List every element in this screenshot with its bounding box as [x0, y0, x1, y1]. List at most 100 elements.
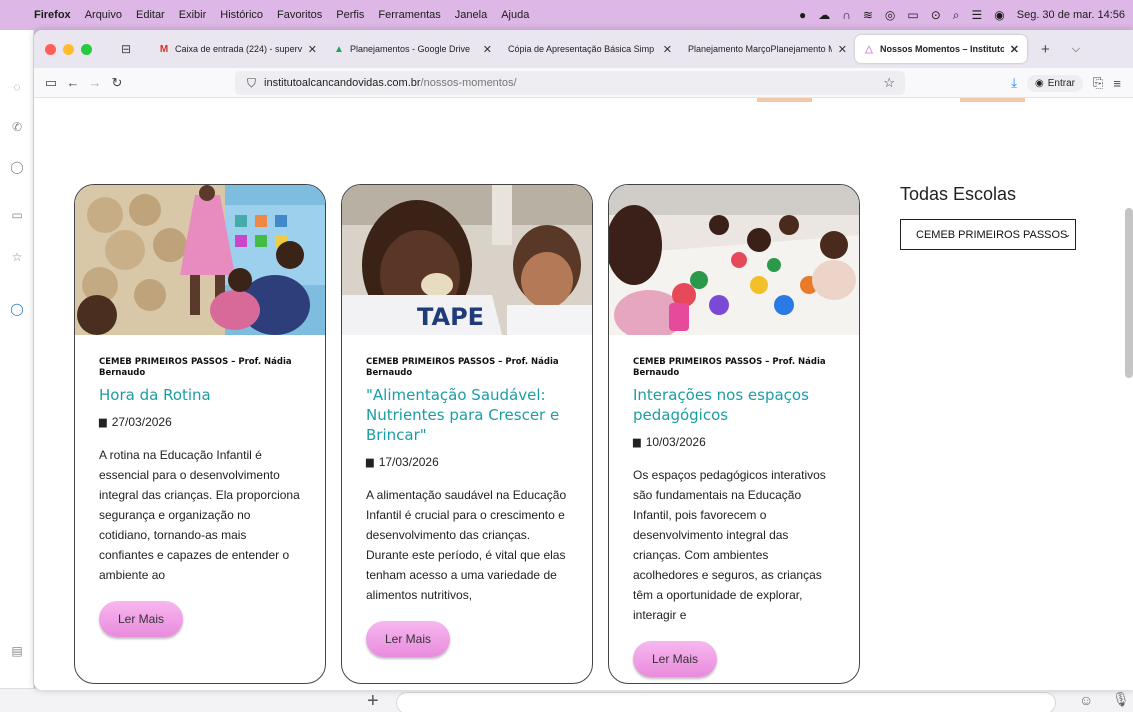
read-more-button[interactable]: Ler Mais [366, 621, 450, 657]
background-app-sidebar: ◌ ✆ ◯ ▭ ☆ ◯ ▤ ⚙ [0, 30, 34, 712]
close-tab-icon[interactable]: ✕ [838, 43, 847, 56]
site-icon: △ [865, 43, 873, 55]
menu-janela[interactable]: Janela [455, 9, 487, 21]
post-school: CEMEB PRIMEIROS PASSOS – Prof. Nádia Ber… [366, 357, 559, 378]
control-center-icon[interactable]: ☰ [972, 8, 983, 22]
microphone-icon[interactable]: 🎙 [1112, 691, 1130, 708]
menu-perfis[interactable]: Perfis [336, 9, 364, 21]
media-icon[interactable]: ▤ [10, 644, 24, 658]
minimize-window-button[interactable] [63, 43, 74, 55]
tab-list-chevron-icon[interactable]: ⌵ [1072, 43, 1080, 56]
airdrop-icon[interactable]: ◎ [885, 8, 895, 22]
post-photo[interactable]: TAPE [342, 185, 592, 335]
close-tab-icon[interactable]: ✕ [483, 43, 492, 56]
url-domain: institutoalcancandovidas.com.br [264, 77, 421, 89]
post-date: ▆ 17/03/2026 [366, 455, 439, 469]
school-filter-select[interactable]: CEMEB PRIMEIROS PASSOS ⌄ [900, 219, 1076, 250]
close-tab-icon[interactable]: ✕ [308, 43, 317, 56]
page-scrollbar[interactable] [1125, 208, 1133, 378]
top-image-edge [960, 98, 1025, 102]
macos-menubar: Firefox Arquivo Editar Exibir Histórico … [0, 0, 1133, 30]
post-card: TAPE CEMEB PRIMEIROS PASSOS – Prof. Nádi… [341, 184, 593, 684]
menu-editar[interactable]: Editar [136, 9, 165, 21]
tab-gmail[interactable]: M Caixa de entrada (224) - superv ✕ [150, 35, 325, 63]
post-excerpt: Os espaços pedagógicos interativos são f… [633, 468, 826, 622]
nav-right-tools: ⤓ ◉ Entrar ⎘ ≡ [1011, 71, 1133, 95]
close-tab-icon[interactable]: ✕ [663, 43, 672, 56]
sidebar-icon[interactable]: ▭ [40, 75, 62, 91]
tab-nossos-momentos[interactable]: △ Nossos Momentos – Instituto Al ✕ [855, 35, 1027, 63]
tab-drive[interactable]: ▲ Planejamentos - Google Drive ✕ [325, 35, 500, 63]
post-body: CEMEB PRIMEIROS PASSOS – Prof. Nádia Ber… [342, 335, 592, 657]
message-input[interactable] [396, 692, 1056, 712]
close-window-button[interactable] [45, 43, 56, 55]
cloud-icon[interactable]: ☁ [818, 8, 830, 22]
star-icon[interactable]: ☆ [10, 250, 24, 264]
close-tab-icon[interactable]: ✕ [1010, 43, 1019, 56]
post-school: CEMEB PRIMEIROS PASSOS – Prof. Nádia Ber… [99, 357, 292, 378]
reload-button[interactable]: ↻ [106, 75, 128, 91]
gmail-icon: M [159, 43, 169, 55]
menu-ferramentas[interactable]: Ferramentas [378, 9, 440, 21]
menu-favoritos[interactable]: Favoritos [277, 9, 322, 21]
calendar-icon: ▆ [366, 456, 374, 468]
hamburger-menu-icon[interactable]: ≡ [1113, 76, 1121, 91]
calendar-icon: ▆ [633, 436, 641, 448]
post-title[interactable]: Hora da Rotina [99, 385, 301, 405]
post-title[interactable]: "Alimentação Saudável: Nutrientes para C… [366, 385, 568, 445]
school-filter-value: CEMEB PRIMEIROS PASSOS [916, 228, 1068, 241]
play-icon[interactable]: ⊙ [931, 8, 941, 22]
post-photo[interactable] [609, 185, 859, 335]
window-controls [45, 43, 92, 55]
attach-icon[interactable]: + [367, 689, 379, 712]
read-more-button[interactable]: Ler Mais [633, 641, 717, 677]
post-photo-image [609, 185, 859, 335]
phone-icon[interactable]: ✆ [10, 120, 24, 134]
shield-icon[interactable]: ⛉ [247, 76, 256, 91]
post-card: CEMEB PRIMEIROS PASSOS – Prof. Nádia Ber… [74, 184, 326, 684]
menu-arquivo[interactable]: Arquivo [85, 9, 122, 21]
wifi-icon[interactable]: ≋ [863, 8, 873, 22]
headphones-icon[interactable]: ∩ [842, 8, 851, 22]
menu-app-name[interactable]: Firefox [34, 9, 71, 21]
signin-button[interactable]: ◉ Entrar [1027, 74, 1083, 92]
menu-exibir[interactable]: Exibir [179, 9, 207, 21]
post-excerpt: A rotina na Educação Infantil é essencia… [99, 448, 300, 582]
post-card: CEMEB PRIMEIROS PASSOS – Prof. Nádia Ber… [608, 184, 860, 684]
post-school: CEMEB PRIMEIROS PASSOS – Prof. Nádia Ber… [633, 357, 826, 378]
chat-icon[interactable]: ◌ [10, 80, 24, 94]
tab-planejamento[interactable]: Planejamento MarçoPlanejamento M ✕ [680, 35, 855, 63]
post-title[interactable]: Interações nos espaços pedagógicos [633, 385, 835, 425]
circle-icon[interactable]: ◯ [10, 302, 24, 316]
url-path: /nossos-momentos/ [420, 77, 517, 89]
browser-window: ⊟ M Caixa de entrada (224) - superv ✕ ▲ … [34, 30, 1133, 690]
new-tab-button[interactable]: + [1041, 41, 1050, 58]
archive-icon[interactable]: ▭ [10, 208, 24, 222]
status-icon[interactable]: ◯ [10, 160, 24, 174]
post-date: ▆ 27/03/2026 [99, 415, 172, 429]
background-app-composer: + ☺ 🎙 [0, 688, 1133, 712]
extensions-icon[interactable]: ⎘ [1093, 75, 1103, 91]
search-icon[interactable]: ⌕ [953, 8, 960, 23]
back-button[interactable]: ← [62, 75, 84, 90]
post-date: ▆ 10/03/2026 [633, 435, 706, 449]
download-icon[interactable]: ⤓ [1011, 75, 1017, 91]
record-icon[interactable]: ● [799, 8, 806, 22]
url-bar[interactable]: ⛉ institutoalcancandovidas.com.br/nossos… [235, 71, 905, 95]
sidebar-toggle-icon[interactable]: ⊟ [116, 42, 136, 56]
post-body: CEMEB PRIMEIROS PASSOS – Prof. Nádia Ber… [75, 335, 325, 637]
menu-historico[interactable]: Histórico [220, 9, 263, 21]
emoji-icon[interactable]: ☺ [1079, 692, 1093, 708]
bookmark-star-icon[interactable]: ☆ [883, 75, 895, 91]
zoom-window-button[interactable] [81, 43, 92, 55]
post-photo[interactable] [75, 185, 325, 335]
post-photo-image [75, 185, 325, 335]
battery-icon[interactable]: ▭ [907, 8, 918, 22]
forward-button[interactable]: → [84, 75, 106, 90]
tab-slides[interactable]: Cópia de Apresentação Básica Simp ✕ [500, 35, 680, 63]
siri-icon[interactable]: ◉ [994, 8, 1004, 22]
post-excerpt: A alimentação saudável na Educação Infan… [366, 488, 567, 602]
read-more-button[interactable]: Ler Mais [99, 601, 183, 637]
menu-ajuda[interactable]: Ajuda [501, 9, 529, 21]
top-image-edge [757, 98, 812, 102]
